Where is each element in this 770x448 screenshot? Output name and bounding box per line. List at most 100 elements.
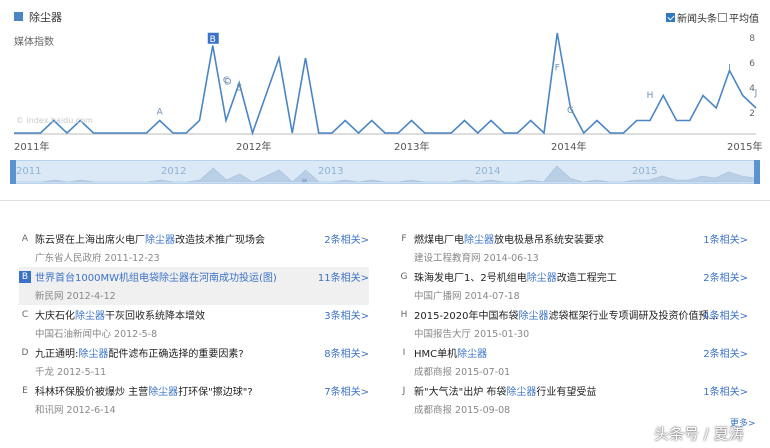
news-title-text: 大庆石化 — [35, 311, 75, 322]
x-tick-label: 2014年 — [551, 142, 587, 153]
news-title-text: 干灰回收系统降本增效 — [105, 311, 205, 322]
news-marker-letter: G — [400, 272, 408, 282]
news-source-date: 和讯网 2012-6-14 — [35, 405, 116, 416]
news-title-keyword: 除尘器 — [78, 349, 109, 360]
range-left-handle[interactable] — [10, 160, 16, 184]
news-title-link[interactable]: 陈云贤在上海出席火电厂除尘器改造技术推广现场会 — [35, 231, 265, 246]
news-title-keyword: 除尘器 — [75, 311, 105, 322]
news-item[interactable]: B 世界首台1000MW机组电袋除尘器在河南成功投运(图) 新民网 2012-4-1… — [19, 267, 369, 305]
news-marker-letter: J — [402, 386, 406, 396]
news-title-text: 新"大气法"出炉 布袋 — [414, 387, 507, 398]
annotation-marker[interactable]: E — [236, 84, 242, 94]
news-title-keyword: 除尘器 — [526, 273, 557, 284]
range-grip-icon[interactable]: ≡ — [301, 176, 308, 185]
annotation-marker[interactable]: D — [225, 77, 232, 87]
news-title-keyword: 除尘器 — [464, 235, 494, 246]
news-source-date: 中国报告大厅 2015-01-30 — [414, 329, 530, 340]
y-tick-label: 2 — [749, 109, 755, 119]
news-title-link[interactable]: 燃煤电厂电除尘器放电极悬吊系统安装要求 — [414, 231, 604, 246]
news-title-keyword: 除尘器 — [158, 273, 189, 284]
related-count-link[interactable]: 7条相关> — [324, 383, 369, 398]
related-count-link[interactable]: 3条相关> — [324, 307, 369, 322]
x-tick-label: 2011年 — [14, 142, 50, 153]
news-title-text: 燃煤电厂电 — [414, 235, 464, 246]
news-item[interactable]: A 陈云贤在上海出席火电厂除尘器改造技术推广现场会广东省人民政府 2011-12-… — [19, 229, 369, 267]
x-tick-label: 2012年 — [236, 142, 272, 153]
news-title-keyword: 除尘器 — [145, 235, 175, 246]
annotation-marker[interactable]: B — [210, 35, 216, 45]
news-source-date: 新民网 2012-4-12 — [35, 291, 116, 302]
related-count-link[interactable]: 11条相关> — [318, 269, 369, 284]
news-marker-letter: E — [22, 386, 28, 396]
news-item[interactable]: J 新"大气法"出炉 布袋除尘器行业有望受益成都商报 2015-09-08 1条相关… — [398, 381, 748, 419]
range-right-handle[interactable] — [754, 160, 760, 184]
news-title-link[interactable]: 珠海发电厂1、2号机组电除尘器改造工程完工 — [414, 269, 617, 284]
news-title-link[interactable]: 新"大气法"出炉 布袋除尘器行业有望受益 — [414, 383, 596, 398]
news-title-keyword: 除尘器 — [506, 387, 537, 398]
news-source-date: 广东省人民政府 2011-12-23 — [35, 253, 160, 264]
watermark: © index.baidu.com — [16, 116, 93, 125]
news-source-date: 千龙 2012-5-11 — [35, 367, 107, 378]
news-item[interactable]: D 九正通明:除尘器配件滤布正确选择的重要因素? 千龙 2012-5-11 8条相关> — [19, 343, 369, 381]
news-title-keyword: 除尘器 — [148, 387, 179, 398]
related-count-link[interactable]: 2条相关> — [703, 269, 748, 284]
news-title-text: 2015-2020年中国布袋 — [414, 311, 519, 322]
news-title-text: 世界首台1000MW机组电袋 — [35, 273, 159, 284]
annotation-marker[interactable]: I — [728, 64, 731, 74]
news-title-text: 珠海发电厂1、2号机组电 — [414, 273, 527, 284]
news-marker-letter: H — [400, 310, 408, 320]
related-count-link[interactable]: 1条相关> — [703, 383, 748, 398]
news-source-date: 成都商报 2015-07-01 — [414, 367, 511, 378]
news-source-date: 中国石油新闻中心 2012-5-8 — [35, 329, 158, 340]
news-marker-letter: D — [21, 348, 29, 358]
news-title-text: 科林环保股价被爆炒 主营 — [35, 387, 149, 398]
news-title-text: 改造工程完工 — [556, 273, 617, 284]
news-item[interactable]: C 大庆石化除尘器干灰回收系统降本增效中国石油新闻中心 2012-5-8 3条相关> — [19, 305, 369, 343]
related-count-link[interactable]: 8条相关> — [324, 345, 369, 360]
related-count-link[interactable]: 2条相关> — [324, 231, 369, 246]
range-year-label: 2013 — [318, 166, 344, 177]
range-year-label: 2011 — [16, 166, 42, 177]
news-marker-letter: I — [402, 348, 406, 358]
y-axis-label: 媒体指数 — [14, 37, 54, 48]
related-count-link[interactable]: 1条相关> — [703, 231, 748, 246]
related-count-link[interactable]: 4条相关> — [703, 307, 748, 322]
news-marker-letter: B — [19, 271, 31, 283]
news-marker-letter: C — [21, 310, 29, 320]
news-title-text: 配件滤布正确选择的重要因素? — [108, 349, 244, 360]
news-title-link[interactable]: 科林环保股价被爆炒 主营除尘器打环保"擦边球"? — [35, 383, 253, 398]
annotation-marker[interactable]: F — [555, 64, 560, 74]
news-item[interactable]: G 珠海发电厂1、2号机组电除尘器改造工程完工中国广播网 2014-07-18 2条… — [398, 267, 749, 305]
news-source-date: 成都商报 2015-09-08 — [414, 405, 511, 416]
series-line — [14, 32, 757, 136]
y-tick-label: 4 — [749, 84, 755, 94]
news-title-text: 打环保"擦边球"? — [178, 387, 253, 398]
x-tick-label: 2015年 — [727, 142, 763, 153]
news-source-date: 中国广播网 2014-07-18 — [414, 291, 520, 302]
news-item[interactable]: F 燃煤电厂电除尘器放电极悬吊系统安装要求 建设工程教育网 2014-06-13 1条… — [398, 229, 748, 267]
news-title-text: 九正通明: — [35, 349, 79, 360]
y-tick-label: 6 — [749, 59, 755, 69]
news-marker-letter: A — [21, 234, 29, 244]
news-item[interactable]: E 科林环保股价被爆炒 主营除尘器打环保"擦边球"? 和讯网 2012-6-14 7条… — [19, 381, 369, 419]
annotation-marker[interactable]: H — [647, 91, 654, 101]
news-title-text: 放电极悬吊系统安装要求 — [494, 235, 604, 246]
annotation-marker[interactable]: G — [567, 106, 574, 116]
news-item[interactable]: H 2015-2020年中国布袋除尘器滤袋框架行业专项调研及投资价值预... 中国报… — [398, 305, 748, 343]
news-title-link[interactable]: HMC单机除尘器 — [414, 345, 487, 360]
range-year-label: 2012 — [161, 166, 187, 177]
range-year-label: 2015 — [632, 166, 658, 177]
news-title-text: 在河南成功投运(图) — [188, 273, 277, 284]
news-title-link[interactable]: 世界首台1000MW机组电袋除尘器在河南成功投运(图) — [35, 269, 277, 284]
news-title-link[interactable]: 2015-2020年中国布袋除尘器滤袋框架行业专项调研及投资价值预... — [414, 307, 718, 322]
news-title-keyword: 除尘器 — [518, 311, 549, 322]
news-title-link[interactable]: 九正通明:除尘器配件滤布正确选择的重要因素? — [35, 345, 244, 360]
annotation-marker[interactable]: A — [157, 107, 164, 117]
news-title-link[interactable]: 大庆石化除尘器干灰回收系统降本增效 — [35, 307, 205, 322]
related-count-link[interactable]: 2条相关> — [703, 345, 748, 360]
x-tick-label: 2013年 — [394, 142, 430, 153]
news-title-text: 行业有望受益 — [536, 387, 597, 398]
news-item[interactable]: I HMC单机除尘器成都商报 2015-07-01 2条相关> — [398, 343, 748, 381]
news-title-keyword: 除尘器 — [457, 349, 488, 360]
y-tick-label: 8 — [749, 34, 755, 44]
